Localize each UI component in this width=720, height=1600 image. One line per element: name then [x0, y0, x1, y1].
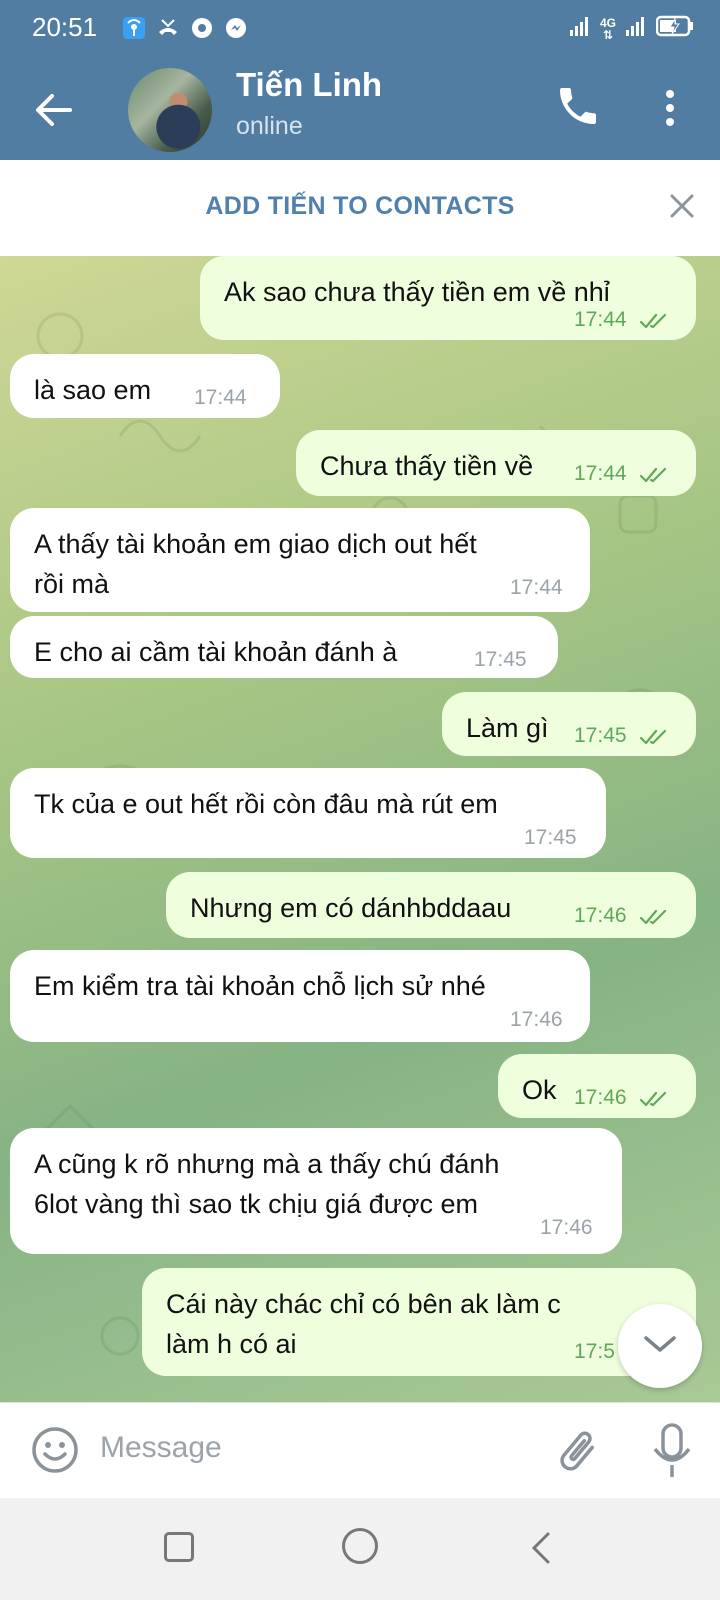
outgoing-message[interactable]: Nhưng em có dánhbddaau 17:46 [166, 872, 696, 938]
messenger-icon [224, 16, 248, 40]
message-text: A thấy tài khoản em giao dịch out hết rồ… [34, 529, 477, 599]
outgoing-message[interactable]: Làm gì 17:45 [442, 692, 696, 756]
system-nav-bar [0, 1498, 720, 1600]
message-time: 17:44 [574, 308, 627, 331]
outgoing-message[interactable]: Ak sao chưa thấy tiền em về nhỉ 17:44 [200, 256, 696, 340]
message-text: Chưa thấy tiền về [320, 451, 534, 481]
close-icon[interactable] [664, 188, 700, 224]
read-checkmarks-icon [640, 313, 667, 329]
message-text: A cũng k rõ nhưng mà a thấy chú đánh 6lo… [34, 1149, 500, 1219]
battery-charging-icon [655, 15, 694, 42]
message-text: Ok [522, 1075, 557, 1105]
message-time: 17:45 [524, 826, 577, 849]
read-checkmarks-icon [640, 909, 667, 925]
contact-name[interactable]: Tiến Linh [236, 66, 382, 104]
read-checkmarks-icon [640, 467, 667, 483]
presence-status: online [236, 112, 303, 140]
message-text: Tk của e out hết rồi còn đâu mà rút em [34, 789, 498, 819]
phone-icon[interactable] [554, 82, 602, 130]
incoming-message[interactable]: A thấy tài khoản em giao dịch out hết rồ… [10, 508, 590, 612]
scroll-down-button[interactable] [618, 1304, 702, 1388]
back-icon[interactable] [526, 1530, 556, 1566]
incoming-message[interactable]: Tk của e out hết rồi còn đâu mà rút em 17… [10, 768, 606, 858]
chat-header: Tiến Linh online [0, 58, 720, 160]
message-time: 17:46 [574, 904, 627, 927]
status-time: 20:51 [32, 12, 98, 42]
hotspot-icon [122, 16, 146, 40]
incoming-message[interactable]: A cũng k rõ nhưng mà a thấy chú đánh 6lo… [10, 1128, 622, 1254]
more-vertical-icon[interactable] [652, 86, 688, 130]
message-text: Em kiểm tra tài khoản chỗ lịch sử nhé [34, 971, 486, 1001]
message-time: 17:5 [574, 1340, 615, 1363]
read-checkmarks-icon [640, 1091, 667, 1107]
mic-icon[interactable] [648, 1421, 696, 1481]
message-time: 17:46 [510, 1008, 563, 1031]
message-time: 17:45 [474, 648, 527, 671]
add-to-contacts-button[interactable]: ADD TIẾN TO CONTACTS [0, 192, 720, 221]
home-icon[interactable] [342, 1528, 378, 1564]
message-text: Ak sao chưa thấy tiền em về nhỉ [224, 277, 610, 307]
avatar[interactable] [128, 68, 212, 152]
emoji-icon[interactable] [30, 1425, 80, 1475]
recents-icon[interactable] [164, 1532, 194, 1562]
signal-icon [624, 14, 648, 43]
message-text: Làm gì [466, 713, 549, 743]
signal-icon [568, 14, 592, 43]
read-checkmarks-icon [640, 729, 667, 745]
message-text: Cái này chác chỉ có bên ak làm c làm h c… [166, 1289, 561, 1359]
missed-call-icon [156, 16, 180, 40]
outgoing-message[interactable]: Chưa thấy tiền về 17:44 [296, 430, 696, 496]
message-input[interactable]: Message [100, 1431, 222, 1465]
attach-icon[interactable] [552, 1423, 602, 1479]
incoming-message[interactable]: Em kiểm tra tài khoản chỗ lịch sử nhé 17:… [10, 950, 590, 1042]
chrome-icon [190, 16, 214, 40]
outgoing-message[interactable]: Cái này chác chỉ có bên ak làm c làm h c… [142, 1268, 696, 1376]
message-time: 17:45 [574, 724, 627, 747]
outgoing-message[interactable]: Ok 17:46 [498, 1054, 696, 1118]
message-time: 17:44 [194, 386, 247, 409]
network-type: 4G ⇅ [599, 15, 616, 42]
back-arrow-icon[interactable] [32, 88, 76, 132]
message-time: 17:46 [574, 1086, 627, 1109]
message-text: Nhưng em có dánhbddaau [190, 893, 512, 923]
message-text: là sao em [34, 375, 152, 405]
add-contact-bar: ADD TIẾN TO CONTACTS [0, 160, 720, 257]
status-bar: 20:51 4G ⇅ [0, 0, 720, 58]
incoming-message[interactable]: E cho ai cầm tài khoản đánh à 17:45 [10, 616, 558, 678]
message-time: 17:44 [510, 576, 563, 599]
message-time: 17:44 [574, 462, 627, 485]
message-composer: Message [0, 1402, 720, 1499]
message-list[interactable]: Ak sao chưa thấy tiền em về nhỉ 17:44 là s… [0, 256, 720, 1402]
chevron-down-icon [640, 1332, 680, 1361]
incoming-message[interactable]: là sao em 17:44 [10, 354, 280, 418]
message-time: 17:46 [540, 1216, 593, 1239]
message-text: E cho ai cầm tài khoản đánh à [34, 637, 398, 667]
